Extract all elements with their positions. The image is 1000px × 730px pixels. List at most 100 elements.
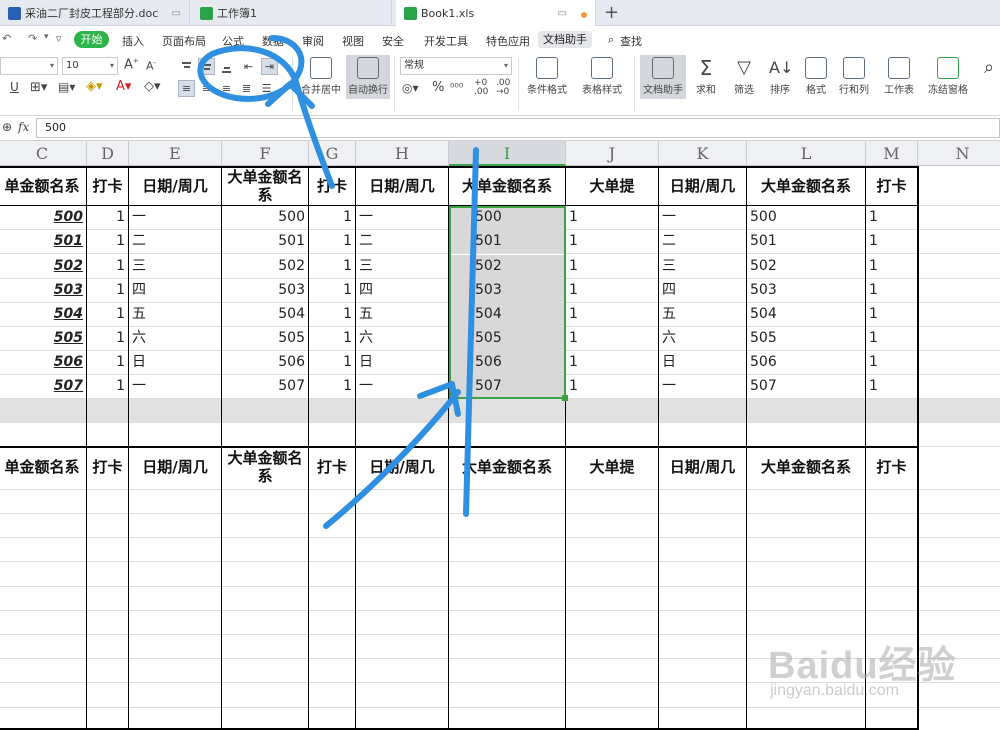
weekday-cell[interactable]: 日 (129, 351, 222, 375)
empty-cell[interactable] (659, 635, 747, 660)
empty-cell[interactable] (87, 538, 129, 563)
undo-icon[interactable]: ↶ (2, 32, 11, 45)
empty-cell[interactable] (129, 423, 222, 447)
empty-cell[interactable] (747, 423, 866, 447)
header-cell[interactable]: 大单提 (566, 166, 659, 206)
empty-cell[interactable] (918, 563, 1000, 587)
weekday-cell[interactable]: 二 (356, 230, 449, 254)
empty-cell[interactable] (747, 514, 866, 539)
column-header-g[interactable]: G (309, 141, 356, 166)
punch-cell[interactable]: 1 (87, 206, 129, 230)
empty-cell[interactable] (129, 586, 222, 611)
empty-cell[interactable] (449, 586, 566, 611)
header-cell[interactable]: 日期/周几 (356, 447, 449, 490)
font-color-icon[interactable]: A▾ (116, 79, 131, 94)
amount-cell[interactable]: 503 (0, 279, 87, 303)
formula-input[interactable]: 500 (36, 118, 1000, 138)
increase-decimal-icon[interactable]: +0.00 (474, 79, 488, 97)
header-cell[interactable]: 大单金额名系 (222, 447, 309, 490)
empty-cell[interactable] (87, 707, 129, 730)
amount-cell[interactable]: 507 (747, 375, 866, 399)
header-cell[interactable]: 单金额名系 (0, 166, 87, 206)
empty-cell[interactable] (87, 659, 129, 684)
decrease-decimal-icon[interactable]: .00 →0 (496, 79, 510, 97)
align-center-icon[interactable]: ≡ (198, 80, 215, 97)
empty-cell[interactable] (659, 423, 747, 447)
empty-cell[interactable] (0, 423, 87, 447)
weekday-cell[interactable]: 二 (129, 230, 222, 254)
empty-cell[interactable] (0, 707, 87, 730)
empty-cell[interactable] (918, 538, 1000, 563)
empty-cell[interactable] (356, 538, 449, 563)
amount-cell[interactable]: 501 (0, 230, 87, 254)
menu-security[interactable]: 安全 (382, 33, 404, 49)
borders-icon[interactable]: ⊞▾ (30, 80, 47, 95)
empty-cell[interactable] (747, 707, 866, 730)
punch-cell[interactable]: 1 (87, 327, 129, 351)
wrap-text-button[interactable]: 自动换行 (346, 55, 390, 99)
empty-cell[interactable] (449, 562, 566, 587)
empty-cell[interactable] (918, 327, 1000, 351)
empty-cell[interactable] (659, 611, 747, 635)
empty-cell[interactable] (222, 659, 309, 684)
search-icon[interactable]: ⌕ (608, 33, 614, 47)
punch-cell[interactable]: 1 (87, 303, 129, 327)
punch-cell[interactable]: 1 (309, 303, 356, 327)
freeze-panes-button[interactable]: 冻结窗格 (922, 55, 974, 99)
new-tab-plus-icon[interactable]: + (604, 2, 619, 23)
header-cell[interactable]: 大单金额名系 (747, 447, 866, 490)
empty-cell[interactable] (918, 230, 1000, 254)
tab-book1[interactable]: Book1.xls ▭ (396, 0, 596, 27)
header-cell[interactable]: 打卡 (866, 447, 918, 490)
empty-cell[interactable] (659, 490, 747, 514)
amount-cell[interactable]: 504 (747, 303, 866, 327)
empty-cell[interactable] (566, 423, 659, 447)
empty-cell[interactable] (0, 635, 87, 660)
menu-data[interactable]: 数据 (262, 33, 284, 49)
empty-cell[interactable] (222, 562, 309, 587)
column-header-n[interactable]: N (918, 141, 1000, 166)
thousands-separator-icon[interactable]: ⁰⁰⁰ (450, 81, 463, 94)
menu-formulas[interactable]: 公式 (222, 33, 244, 49)
weekday-cell[interactable]: 一 (356, 206, 449, 230)
empty-cell[interactable] (129, 490, 222, 514)
empty-cell[interactable] (87, 562, 129, 587)
empty-cell[interactable] (918, 423, 1000, 447)
empty-cell[interactable] (566, 562, 659, 587)
column-header-k[interactable]: K (659, 141, 747, 166)
header-cell[interactable]: 大单金额名系 (222, 166, 309, 206)
empty-cell[interactable] (659, 586, 747, 611)
empty-cell[interactable] (449, 611, 566, 635)
empty-cell[interactable] (747, 490, 866, 514)
redo-dropdown-icon[interactable]: ▾ (44, 32, 49, 42)
weekday-cell[interactable]: 六 (129, 327, 222, 351)
empty-cell[interactable] (222, 611, 309, 635)
empty-cell[interactable] (129, 399, 222, 423)
punch-cell[interactable]: 1 (566, 327, 659, 351)
empty-cell[interactable] (309, 514, 356, 539)
amount-cell[interactable]: 501 (222, 230, 309, 254)
empty-cell[interactable] (566, 586, 659, 611)
menu-find[interactable]: 查找 (620, 33, 642, 49)
empty-cell[interactable] (659, 399, 747, 423)
empty-cell[interactable] (747, 611, 866, 635)
empty-cell[interactable] (566, 399, 659, 423)
empty-cell[interactable] (918, 611, 1000, 635)
amount-cell[interactable]: 507 (0, 375, 87, 399)
empty-cell[interactable] (87, 683, 129, 708)
empty-cell[interactable] (309, 683, 356, 708)
empty-cell[interactable] (918, 206, 1000, 230)
empty-cell[interactable] (356, 586, 449, 611)
cell-style-icon[interactable]: ▤▾ (58, 80, 75, 94)
empty-cell[interactable] (566, 659, 659, 684)
empty-cell[interactable] (129, 538, 222, 563)
empty-cell[interactable] (449, 538, 566, 563)
weekday-cell[interactable]: 一 (356, 375, 449, 399)
punch-cell[interactable]: 1 (309, 327, 356, 351)
empty-cell[interactable] (222, 514, 309, 539)
menu-features[interactable]: 特色应用 (486, 33, 530, 49)
amount-cell[interactable]: 501 (747, 230, 866, 254)
empty-cell[interactable] (566, 490, 659, 514)
empty-cell[interactable] (222, 683, 309, 708)
empty-cell[interactable] (356, 683, 449, 708)
